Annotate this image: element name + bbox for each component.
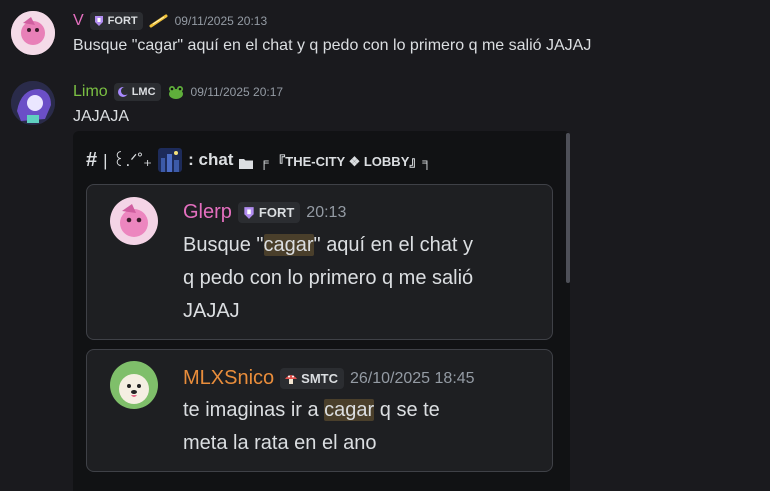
username[interactable]: Limo	[73, 83, 108, 101]
guild-tag[interactable]: SMTC	[280, 368, 344, 389]
guild-tag-icon	[94, 16, 103, 26]
guild-tag-label: FORT	[107, 15, 138, 27]
avatar[interactable]	[110, 361, 158, 409]
mushroom-tag-icon	[285, 374, 298, 384]
guild-tag[interactable]: LMC	[113, 83, 161, 101]
guild-tag-icon	[244, 206, 254, 219]
avatar[interactable]	[110, 197, 158, 245]
username[interactable]: MLXSnico	[183, 367, 274, 390]
night-city-emoji-icon	[158, 148, 183, 172]
search-highlight: cagar	[324, 399, 375, 421]
username[interactable]: Glerp	[183, 201, 232, 224]
guild-tag[interactable]: FORT	[237, 202, 301, 223]
text-fragment: " aquí en el chat y	[313, 234, 473, 256]
moon-tag-icon	[117, 87, 129, 97]
text-fragment: te imaginas ir a	[183, 399, 325, 421]
embed-scrollbar[interactable]	[566, 133, 570, 283]
guild-tag-label: FORT	[258, 205, 295, 220]
avatar[interactable]	[11, 11, 55, 55]
message-text: Busque "cagar" aquí en el chat y q pedo …	[73, 37, 592, 54]
text-fragment: Busque "	[183, 234, 264, 256]
guild-tag-label: SMTC	[301, 371, 338, 386]
result-line: Busque "cagar" aquí en el chat y	[183, 229, 473, 262]
result-line: q pedo con lo primero q me salió	[183, 267, 474, 289]
folder-icon	[239, 154, 254, 169]
guild-tag-label: LMC	[131, 86, 156, 98]
timestamp: 20:13	[306, 203, 347, 221]
frog-emoji-icon	[167, 84, 185, 100]
sparkle-sticker-icon	[149, 13, 169, 29]
message-text: JAJAJA	[73, 108, 130, 125]
guild-tag[interactable]: FORT	[89, 12, 143, 30]
channel-prefix: | ꒰.ᐟ˚₊	[103, 151, 153, 170]
result-line: meta la rata en el ano	[183, 432, 377, 454]
search-highlight: cagar	[263, 234, 314, 256]
channel-hash-icon: #	[86, 148, 98, 171]
channel-suffix: ╒ 『THE-CITY ❖ LOBBY』╕	[259, 153, 432, 169]
channel-header[interactable]: # | ꒰.ᐟ˚₊ : chat ╒ 『THE-CITY ❖ LOBBY』╕	[86, 148, 432, 172]
timestamp: 09/11/2025 20:13	[174, 14, 268, 28]
timestamp: 09/11/2025 20:17	[190, 85, 284, 99]
text-fragment: q se te	[374, 399, 440, 421]
result-text: te imaginas ir a cagar q se te meta la r…	[183, 394, 440, 460]
result-line: te imaginas ir a cagar q se te	[183, 394, 440, 427]
result-line: JAJAJ	[183, 300, 240, 322]
avatar[interactable]	[11, 81, 55, 125]
username[interactable]: V	[73, 12, 84, 30]
result-text: Busque "cagar" aquí en el chat y q pedo …	[183, 229, 473, 328]
timestamp: 26/10/2025 18:45	[350, 369, 475, 387]
channel-name: : chat	[188, 150, 234, 169]
